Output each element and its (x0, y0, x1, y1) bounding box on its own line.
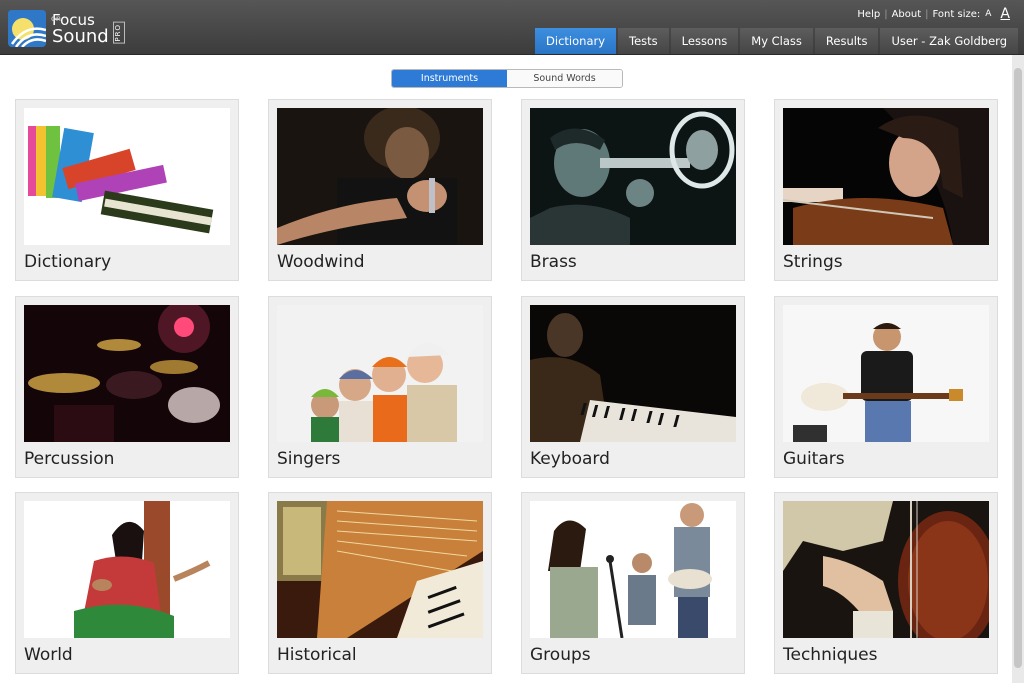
category-label: Groups (530, 645, 591, 665)
category-card-historical[interactable]: Historical (268, 492, 492, 674)
tab-tests[interactable]: Tests (618, 28, 669, 54)
tab-results[interactable]: Results (814, 28, 879, 54)
font-size-label: Font size: (932, 8, 981, 20)
category-card-techniques[interactable]: Techniques (774, 492, 998, 674)
instruments-toggle-button[interactable]: Instruments (392, 70, 507, 87)
sound-words-toggle-button[interactable]: Sound Words (507, 70, 622, 87)
category-label: Historical (277, 645, 357, 665)
category-card-keyboard[interactable]: Keyboard (521, 296, 745, 478)
category-card-percussion[interactable]: Percussion (15, 296, 239, 478)
tab-my-class[interactable]: My Class (740, 28, 813, 54)
category-label: Strings (783, 252, 843, 272)
groups-band-image (530, 501, 736, 638)
separator: | (884, 8, 888, 20)
category-label: Percussion (24, 449, 115, 469)
guitars-guitarist-image (783, 305, 989, 442)
scrollbar-thumb[interactable] (1014, 68, 1022, 668)
app-header: Focus Sound on PRO Help | About | Font s… (0, 0, 1024, 55)
category-label: Singers (277, 449, 341, 469)
category-card-singers[interactable]: Singers (268, 296, 492, 478)
logo-on: on (51, 14, 61, 23)
world-sitar-player-image (24, 501, 230, 638)
font-size-large-button[interactable]: A (1000, 6, 1010, 22)
category-card-woodwind[interactable]: Woodwind (268, 99, 492, 281)
tab-dictionary[interactable]: Dictionary (535, 28, 617, 54)
category-label: Guitars (783, 449, 845, 469)
logo-pro-badge: PRO (113, 22, 125, 44)
brass-trumpet-player-image (530, 108, 736, 245)
category-label: Techniques (783, 645, 878, 665)
tab-user[interactable]: User - Zak Goldberg (880, 28, 1018, 54)
vertical-scrollbar[interactable] (1012, 55, 1024, 683)
help-link[interactable]: Help (857, 9, 880, 20)
dictionary-books-image (24, 108, 230, 245)
view-toggle: Instruments Sound Words (391, 69, 623, 88)
category-label: Keyboard (530, 449, 610, 469)
category-label: Woodwind (277, 252, 365, 272)
logo-sound: Sound (52, 26, 109, 47)
singers-group-image (277, 305, 483, 442)
category-label: Dictionary (24, 252, 112, 272)
logo-icon[interactable] (8, 10, 46, 47)
font-size-small-button[interactable]: A (985, 9, 991, 19)
utility-links: Help | About | Font size: A A (857, 6, 1010, 22)
category-card-dictionary[interactable]: Dictionary (15, 99, 239, 281)
techniques-cello-image (783, 501, 989, 638)
main-nav: Dictionary Tests Lessons My Class Result… (535, 28, 1018, 54)
tab-lessons[interactable]: Lessons (670, 28, 739, 54)
historical-harpsichord-image (277, 501, 483, 638)
keyboard-pianist-image (530, 305, 736, 442)
strings-violinist-image (783, 108, 989, 245)
separator: | (925, 8, 929, 20)
about-link[interactable]: About (892, 9, 922, 20)
category-label: World (24, 645, 73, 665)
woodwind-flute-player-image (277, 108, 483, 245)
percussion-drum-kit-image (24, 305, 230, 442)
category-card-world[interactable]: World (15, 492, 239, 674)
category-card-brass[interactable]: Brass (521, 99, 745, 281)
category-card-groups[interactable]: Groups (521, 492, 745, 674)
category-card-guitars[interactable]: Guitars (774, 296, 998, 478)
category-card-strings[interactable]: Strings (774, 99, 998, 281)
category-label: Brass (530, 252, 577, 272)
